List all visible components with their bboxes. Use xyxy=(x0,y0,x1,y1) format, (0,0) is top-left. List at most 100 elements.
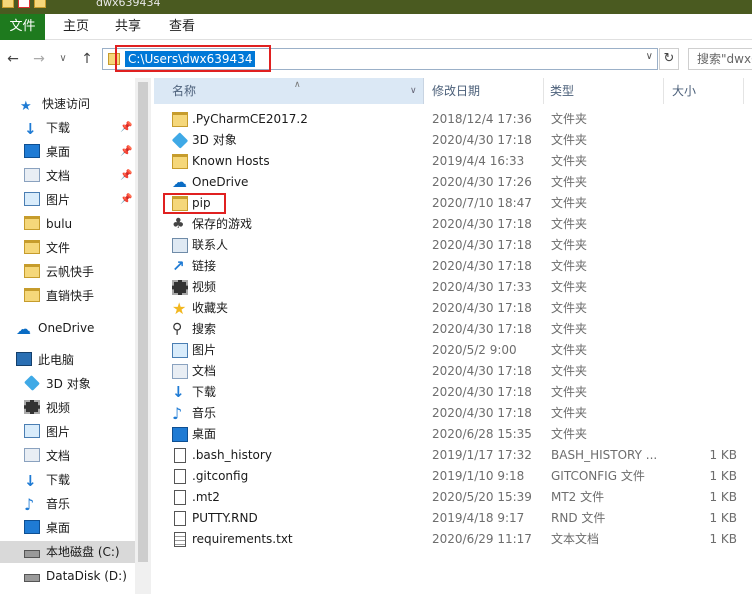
video-icon xyxy=(24,400,40,414)
table-row[interactable]: pip 2020/7/10 18:47 文件夹 xyxy=(154,193,752,214)
sidebar-item-zhixiao[interactable]: 直销快手 xyxy=(24,285,94,307)
search-input[interactable]: 搜索"dwx639434" xyxy=(688,48,752,70)
download-icon: ↓ xyxy=(172,383,185,401)
table-row[interactable]: 3D 对象 2020/4/30 17:18 文件夹 xyxy=(154,130,752,151)
column-header-name[interactable]: ∧ 名称 ∨ xyxy=(154,78,424,104)
onedrive-icon: ☁ xyxy=(16,320,31,338)
pin-icon[interactable]: 📌 xyxy=(120,141,132,163)
folder-icon xyxy=(24,288,40,302)
table-row[interactable]: ↗ 链接 2020/4/30 17:18 文件夹 xyxy=(154,256,752,277)
folder-icon[interactable] xyxy=(2,0,14,8)
3d-objects-icon xyxy=(24,375,40,391)
sidebar-item-downloads-pc[interactable]: ↓ 下载 xyxy=(24,469,70,491)
address-bar[interactable]: C:\Users\dwx639434 ∨ xyxy=(102,45,658,72)
table-row[interactable]: requirements.txt 2020/6/29 11:17 文本文档 1 … xyxy=(154,529,752,550)
table-row[interactable]: ☁ OneDrive 2020/4/30 17:26 文件夹 xyxy=(154,172,752,193)
sidebar-item-music[interactable]: ♪ 音乐 xyxy=(24,493,70,515)
title-bar: dwx639434 xyxy=(0,0,752,14)
table-row[interactable]: PUTTY.RND 2019/4/18 9:17 RND 文件 1 KB xyxy=(154,508,752,529)
folder-icon xyxy=(24,216,40,230)
sidebar-item-local-disk-c[interactable]: 本地磁盘 (C:) xyxy=(0,541,135,563)
address-highlight-box xyxy=(115,45,271,72)
properties-icon[interactable] xyxy=(18,0,30,8)
sidebar-item-onedrive[interactable]: ☁ OneDrive xyxy=(16,317,94,339)
chevron-down-icon[interactable]: ∨ xyxy=(410,78,417,104)
address-row: ← → ∨ ↑ C:\Users\dwx639434 ∨ ↻ 搜索"dwx639… xyxy=(0,40,752,78)
table-row[interactable]: ⚲ 搜索 2020/4/30 17:18 文件夹 xyxy=(154,319,752,340)
pin-icon[interactable]: 📌 xyxy=(120,117,132,139)
sidebar-item-desktop[interactable]: 桌面 📌 xyxy=(24,141,132,163)
sidebar-item-datadisk-d[interactable]: DataDisk (D:) xyxy=(24,565,127,587)
text-file-icon xyxy=(174,532,186,547)
navigation-pane: ★ 快速访问 ↓ 下载 📌 桌面 📌 文档 📌 图片 📌 bulu 文件 云帆快手 … xyxy=(0,78,135,594)
table-row[interactable]: .PyCharmCE2017.2 2018/12/4 17:36 文件夹 xyxy=(154,109,752,130)
tab-share[interactable]: 共享 xyxy=(106,14,150,40)
download-icon: ↓ xyxy=(24,472,37,490)
table-row[interactable]: ♣ 保存的游戏 2020/4/30 17:18 文件夹 xyxy=(154,214,752,235)
table-row[interactable]: Known Hosts 2019/4/4 16:33 文件夹 xyxy=(154,151,752,172)
column-header-type[interactable]: 类型 xyxy=(544,78,664,104)
sidebar-item-quick-access[interactable]: ★ 快速访问 xyxy=(20,93,90,115)
pin-icon[interactable]: 📌 xyxy=(120,165,132,187)
sidebar-item-documents[interactable]: 文档 📌 xyxy=(24,165,132,187)
sidebar-item-files[interactable]: 文件 xyxy=(24,237,70,259)
table-row[interactable]: .bash_history 2019/1/17 17:32 BASH_HISTO… xyxy=(154,445,752,466)
table-row[interactable]: ★ 收藏夹 2020/4/30 17:18 文件夹 xyxy=(154,298,752,319)
sidebar-item-bulu[interactable]: bulu xyxy=(24,213,72,235)
pin-icon[interactable]: 📌 xyxy=(120,189,132,211)
file-icon xyxy=(174,448,186,463)
sidebar-item-downloads[interactable]: ↓ 下载 📌 xyxy=(24,117,132,139)
favorites-icon: ★ xyxy=(172,299,187,318)
recent-locations-button[interactable]: ∨ xyxy=(54,49,72,69)
document-icon xyxy=(24,168,40,182)
table-row[interactable]: 桌面 2020/6/28 15:35 文件夹 xyxy=(154,424,752,445)
scrollbar-thumb[interactable] xyxy=(138,82,148,562)
onedrive-icon: ☁ xyxy=(172,173,187,191)
table-row[interactable]: 图片 2020/5/2 9:00 文件夹 xyxy=(154,340,752,361)
tab-view[interactable]: 查看 xyxy=(158,14,206,40)
tab-file[interactable]: 文件 xyxy=(0,14,45,40)
sidebar-item-desktop-pc[interactable]: 桌面 xyxy=(24,517,70,539)
desktop-icon xyxy=(24,520,40,534)
table-row[interactable]: ↓ 下载 2020/4/30 17:18 文件夹 xyxy=(154,382,752,403)
pip-highlight-box xyxy=(163,193,226,214)
chevron-down-icon[interactable]: ∨ xyxy=(646,51,653,62)
sidebar-item-pictures[interactable]: 图片 📌 xyxy=(24,189,132,211)
tab-home[interactable]: 主页 xyxy=(52,14,100,40)
pc-icon xyxy=(16,352,32,366)
table-row[interactable]: 联系人 2020/4/30 17:18 文件夹 xyxy=(154,235,752,256)
sort-ascending-icon: ∧ xyxy=(294,80,301,90)
file-icon xyxy=(174,511,186,526)
refresh-button[interactable]: ↻ xyxy=(659,48,679,70)
table-row[interactable]: ♪ 音乐 2020/4/30 17:18 文件夹 xyxy=(154,403,752,424)
document-icon xyxy=(24,448,40,462)
desktop-icon xyxy=(24,144,40,158)
sidebar-item-videos[interactable]: 视频 xyxy=(24,397,70,419)
document-icon xyxy=(172,364,188,379)
column-header-date[interactable]: 修改日期 xyxy=(424,78,544,104)
back-button[interactable]: ← xyxy=(4,49,22,69)
video-icon xyxy=(172,280,188,295)
sidebar-item-this-pc[interactable]: 此电脑 xyxy=(16,349,74,371)
new-folder-icon[interactable] xyxy=(34,0,46,8)
search-icon: ⚲ xyxy=(172,321,183,337)
drive-icon xyxy=(24,574,40,582)
star-icon: ★ xyxy=(20,99,32,114)
table-row[interactable]: 视频 2020/4/30 17:33 文件夹 xyxy=(154,277,752,298)
sidebar-item-documents-pc[interactable]: 文档 xyxy=(24,445,70,467)
sidebar-scrollbar[interactable] xyxy=(135,78,151,594)
folder-icon xyxy=(24,240,40,254)
music-icon: ♪ xyxy=(172,404,183,423)
ribbon-tabs: 文件 主页 共享 查看 xyxy=(0,14,752,40)
table-row[interactable]: 文档 2020/4/30 17:18 文件夹 xyxy=(154,361,752,382)
file-icon xyxy=(174,490,186,505)
up-button[interactable]: ↑ xyxy=(78,49,96,69)
forward-button[interactable]: → xyxy=(30,49,48,69)
table-row[interactable]: .mt2 2020/5/20 15:39 MT2 文件 1 KB xyxy=(154,487,752,508)
table-row[interactable]: .gitconfig 2019/1/10 9:18 GITCONFIG 文件 1… xyxy=(154,466,752,487)
file-icon xyxy=(174,469,186,484)
sidebar-item-yunfan[interactable]: 云帆快手 xyxy=(24,261,94,283)
sidebar-item-3d-objects[interactable]: 3D 对象 xyxy=(24,373,91,395)
column-header-size[interactable]: 大小 xyxy=(664,78,744,104)
sidebar-item-pictures-pc[interactable]: 图片 xyxy=(24,421,70,443)
